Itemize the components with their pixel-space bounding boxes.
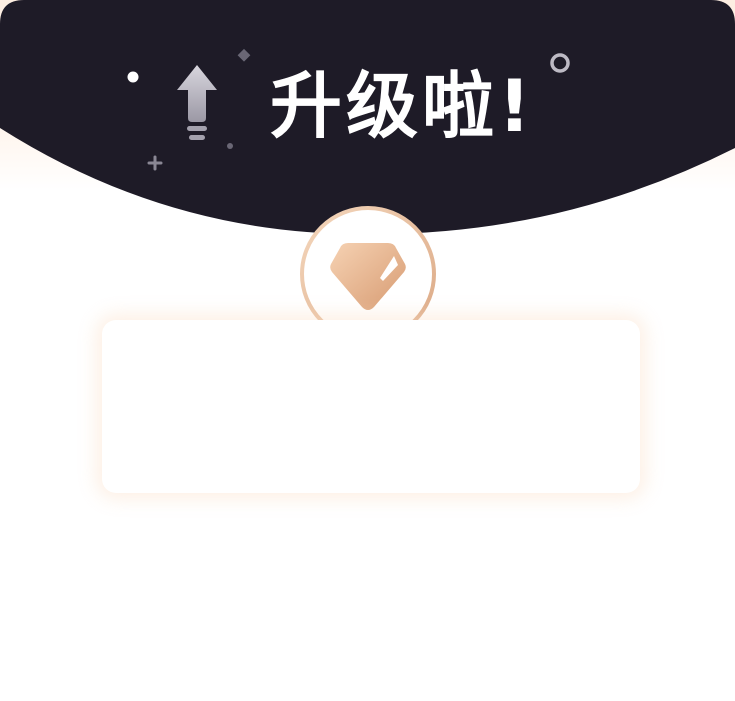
content-card [102,320,640,493]
upgrade-dialog: 升级啦! [0,0,735,701]
arrow-up-icon [177,65,217,140]
sparkle-diamond-icon [237,48,251,62]
sparkle-dot-icon [127,71,139,83]
sparkle-plus-icon [147,155,163,171]
sparkle-small-dot-icon [227,143,233,149]
dialog-title: 升级啦! [270,64,535,148]
sparkle-ring-icon [550,53,570,73]
